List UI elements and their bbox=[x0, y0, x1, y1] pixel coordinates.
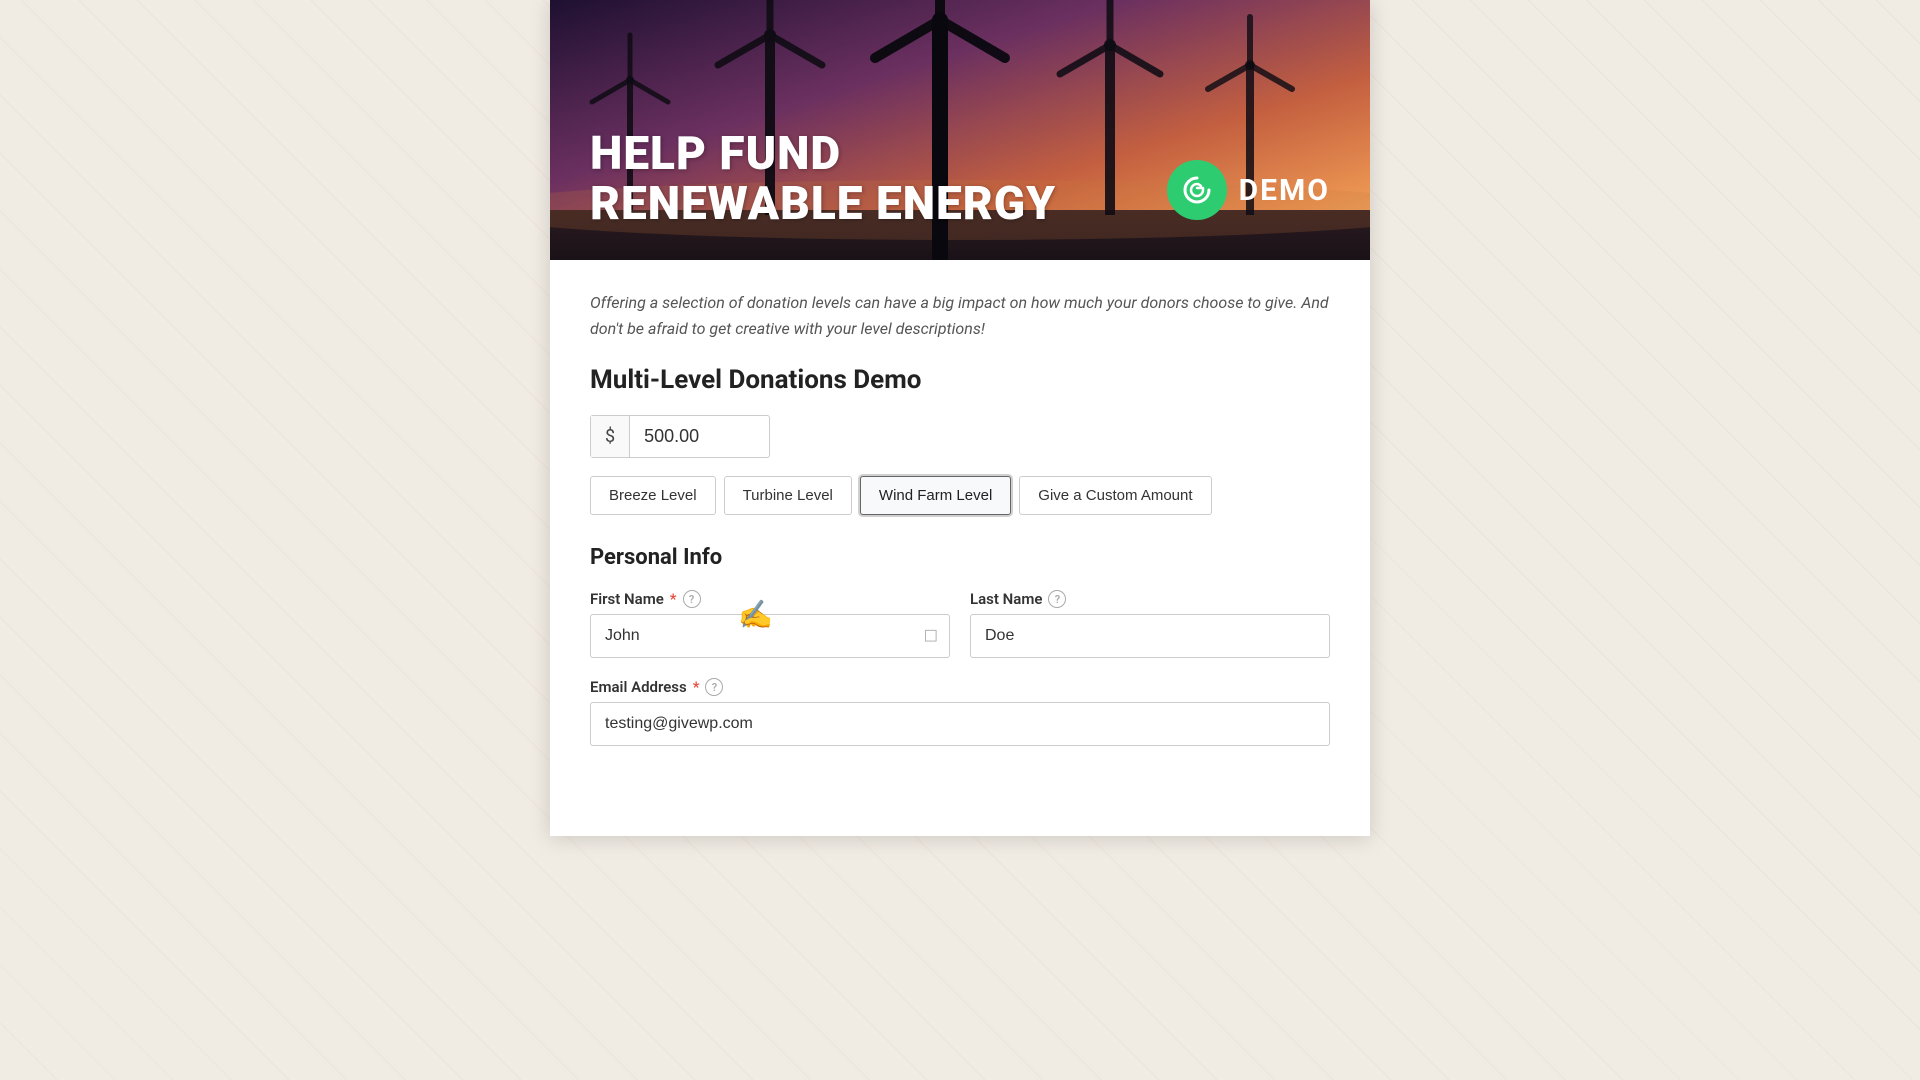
currency-symbol: $ bbox=[591, 416, 630, 457]
first-name-label: First Name * ? bbox=[590, 590, 950, 608]
amount-input[interactable] bbox=[630, 416, 750, 457]
description-text: Offering a selection of donation levels … bbox=[590, 290, 1330, 341]
last-name-group: Last Name ? bbox=[970, 590, 1330, 658]
form-title: Multi-Level Donations Demo bbox=[590, 365, 1330, 395]
email-help-icon[interactable]: ? bbox=[705, 678, 723, 696]
name-row: First Name * ? ☐ Last Name ? bbox=[590, 590, 1330, 658]
givewp-logo bbox=[1167, 160, 1227, 220]
donation-level-buttons: Breeze Level Turbine Level Wind Farm Lev… bbox=[590, 476, 1330, 515]
level-btn-turbine[interactable]: Turbine Level bbox=[724, 476, 852, 515]
hero-title-line1: HELP FUND bbox=[590, 129, 1056, 180]
first-name-input[interactable] bbox=[590, 614, 950, 658]
level-btn-breeze[interactable]: Breeze Level bbox=[590, 476, 716, 515]
demo-badge: DEMO bbox=[1167, 160, 1330, 220]
last-name-help-icon[interactable]: ? bbox=[1048, 590, 1066, 608]
first-name-group: First Name * ? ☐ bbox=[590, 590, 950, 658]
last-name-input[interactable] bbox=[970, 614, 1330, 658]
first-name-calendar-icon: ☐ bbox=[924, 627, 938, 646]
hero-title-line2: RENEWABLE ENERGY bbox=[590, 179, 1056, 230]
level-btn-custom[interactable]: Give a Custom Amount bbox=[1019, 476, 1211, 515]
givewp-logo-icon bbox=[1179, 172, 1215, 208]
content-area: Offering a selection of donation levels … bbox=[550, 260, 1370, 796]
first-name-input-wrapper: ☐ bbox=[590, 614, 950, 658]
email-row: Email Address * ? bbox=[590, 678, 1330, 746]
email-input[interactable] bbox=[590, 702, 1330, 746]
first-name-help-icon[interactable]: ? bbox=[683, 590, 701, 608]
last-name-label: Last Name ? bbox=[970, 590, 1330, 608]
personal-info-title: Personal Info bbox=[590, 545, 1330, 570]
email-group: Email Address * ? bbox=[590, 678, 1330, 746]
hero-text-block: HELP FUND RENEWABLE ENERGY bbox=[590, 129, 1056, 230]
main-container: HELP FUND RENEWABLE ENERGY DEMO Offering… bbox=[550, 0, 1370, 836]
first-name-required: * bbox=[670, 590, 677, 608]
demo-label-text: DEMO bbox=[1239, 173, 1330, 208]
email-required: * bbox=[693, 678, 700, 696]
email-label: Email Address * ? bbox=[590, 678, 1330, 696]
amount-wrapper: $ bbox=[590, 415, 770, 458]
hero-banner: HELP FUND RENEWABLE ENERGY DEMO bbox=[550, 0, 1370, 260]
level-btn-wind-farm[interactable]: Wind Farm Level bbox=[860, 476, 1011, 515]
